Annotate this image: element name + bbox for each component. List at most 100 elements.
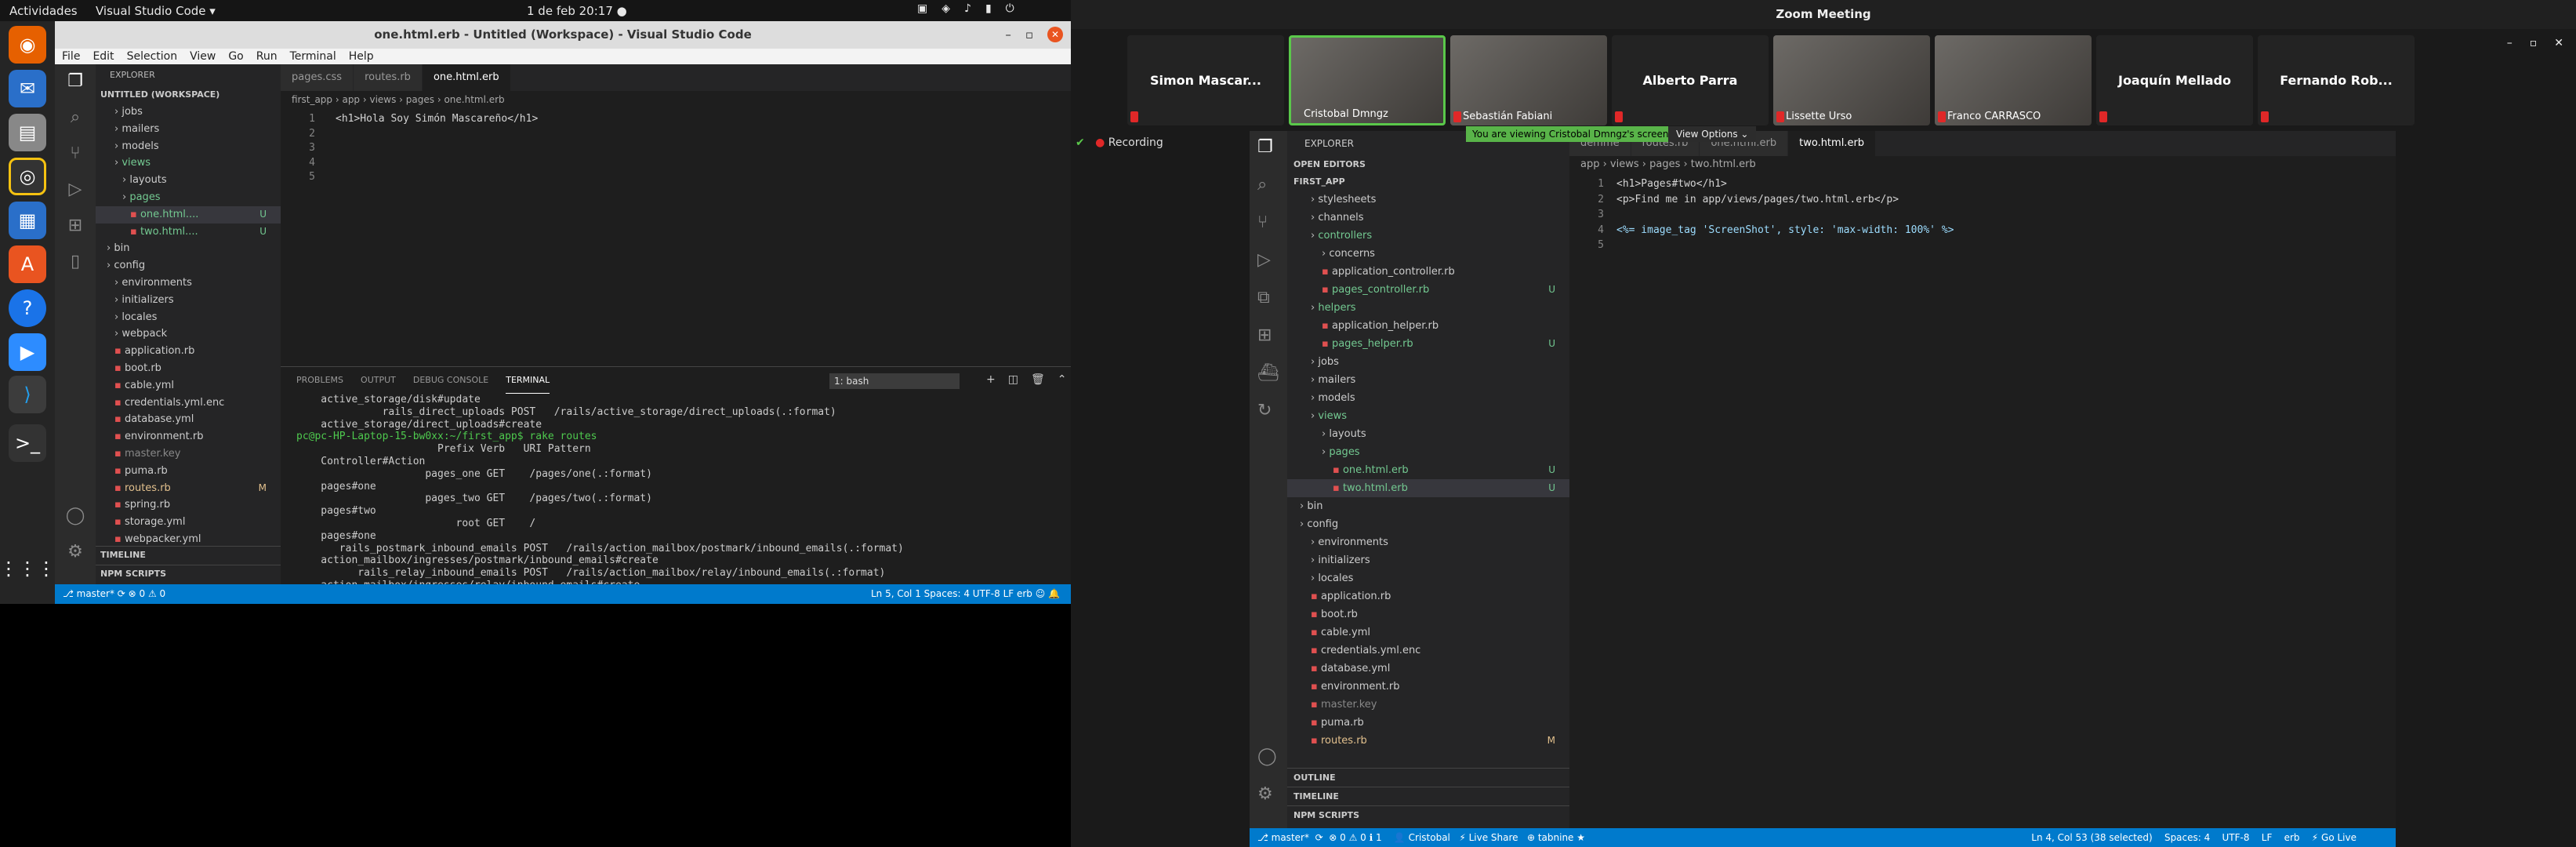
terminal-icon[interactable]: >_ xyxy=(9,424,46,462)
tree-item[interactable]: › concerns xyxy=(1287,245,1569,263)
participant-tile[interactable]: Lissette Urso xyxy=(1773,35,1930,125)
tree-item[interactable]: › views xyxy=(1287,407,1569,425)
terminal-output[interactable]: active_storage/disk#update rails_direct_… xyxy=(281,394,1071,592)
tree-item[interactable]: ▪ environment.rb xyxy=(1287,678,1569,696)
tree-item[interactable]: › initializers xyxy=(96,292,281,309)
tree-item[interactable]: ▪ two.html.erb U xyxy=(1287,479,1569,497)
tree-item[interactable]: ▪ puma.rb xyxy=(96,463,281,480)
zoom-icon[interactable]: ▶ xyxy=(9,333,46,371)
vscode-icon[interactable]: ⟩ xyxy=(9,376,46,413)
show-apps-icon[interactable]: ⋮⋮⋮ xyxy=(0,550,56,587)
menu-item-selection[interactable]: Selection xyxy=(127,49,178,64)
tree-item[interactable]: ▪ storage.yml xyxy=(96,514,281,531)
tree-item[interactable]: › initializers xyxy=(1287,551,1569,569)
tree-item[interactable]: › bin xyxy=(1287,497,1569,515)
breadcrumb[interactable]: first_app › app › views › pages › one.ht… xyxy=(281,91,1071,108)
tree-item[interactable]: › layouts xyxy=(96,172,281,189)
panel-tab[interactable]: DEBUG CONSOLE xyxy=(413,367,488,394)
firefox-icon[interactable]: ◉ xyxy=(9,26,46,64)
tree-item[interactable]: ▪ pages_helper.rb U xyxy=(1287,335,1569,353)
npm-scripts-section[interactable]: NPM SCRIPTS xyxy=(96,565,281,582)
tree-item[interactable]: ▪ application_helper.rb xyxy=(1287,317,1569,335)
tree-item[interactable]: ▪ credentials.yml.enc xyxy=(96,394,281,412)
maximize-icon[interactable]: ▫ xyxy=(2530,29,2538,58)
tree-item[interactable]: ▪ application.rb xyxy=(1287,587,1569,605)
maximize-panel-icon[interactable]: ⌃ xyxy=(1058,373,1067,386)
tree-item[interactable]: ▪ cable.yml xyxy=(96,377,281,394)
tree-item[interactable]: › locales xyxy=(1287,569,1569,587)
tree-item[interactable]: › controllers xyxy=(1287,227,1569,245)
tree-item[interactable]: ▪ one.html.erb U xyxy=(1287,461,1569,479)
code-editor[interactable]: 1 <h1>Hola Soy Simón Mascareño</h1> 2 3 4 5 xyxy=(281,108,1071,328)
run-debug-icon[interactable]: ▷ xyxy=(63,177,88,202)
menu-item-terminal[interactable]: Terminal xyxy=(290,49,336,64)
tree-item[interactable]: ▪ pages_controller.rb U xyxy=(1287,281,1569,299)
view-options-button[interactable]: View Options ⌄ xyxy=(1668,126,1757,142)
power-menu-icon[interactable]: ⏻ xyxy=(1006,2,1014,15)
tree-item[interactable]: ▪ routes.rb M xyxy=(1287,732,1569,750)
tree-item[interactable]: ▪ routes.rb M xyxy=(96,480,281,497)
tree-item[interactable]: › webpack xyxy=(96,325,281,343)
participant-tile[interactable]: Joaquín Mellado xyxy=(2096,35,2253,125)
explorer-icon[interactable]: ❐ xyxy=(63,69,88,94)
tree-item[interactable]: › locales xyxy=(96,309,281,326)
tree-item[interactable]: › mailers xyxy=(96,121,281,138)
terminal-select[interactable]: 1: bash xyxy=(829,373,960,389)
tree-item[interactable]: ▪ environment.rb xyxy=(96,428,281,445)
tree-item[interactable]: › pages xyxy=(1287,443,1569,461)
remote-icon[interactable]: ▯ xyxy=(63,249,88,274)
source-control-icon[interactable]: ⑂ xyxy=(63,141,88,166)
new-terminal-icon[interactable]: + xyxy=(986,373,996,386)
tree-item[interactable]: › layouts xyxy=(1287,425,1569,443)
tree-item[interactable]: › channels xyxy=(1287,209,1569,227)
menu-item-go[interactable]: Go xyxy=(228,49,243,64)
tree-item[interactable]: ▪ puma.rb xyxy=(1287,714,1569,732)
close-icon[interactable]: ✕ xyxy=(2554,29,2563,58)
status-left[interactable]: ⎇ master* ⟳ ⊗ 0 ⚠ 0 xyxy=(63,584,165,604)
tab-routes.rb[interactable]: routes.rb xyxy=(354,64,423,91)
tree-item[interactable]: › pages xyxy=(96,189,281,206)
activities-button[interactable]: Actividades xyxy=(9,4,78,18)
menu-item-help[interactable]: Help xyxy=(349,49,374,64)
participant-tile[interactable]: Sebastián Fabiani xyxy=(1450,35,1607,125)
tree-item[interactable]: › mailers xyxy=(1287,371,1569,389)
rhythmbox-icon[interactable]: ◎ xyxy=(9,158,46,195)
software-icon[interactable]: A xyxy=(9,245,46,283)
tree-item[interactable]: › helpers xyxy=(1287,299,1569,317)
minimize-icon[interactable]: – xyxy=(2507,29,2513,58)
close-icon[interactable]: ✕ xyxy=(1047,27,1063,42)
tree-item[interactable]: ▪ credentials.yml.enc xyxy=(1287,642,1569,660)
tree-item[interactable]: ▪ database.yml xyxy=(1287,660,1569,678)
menu-item-view[interactable]: View xyxy=(190,49,216,64)
panel-tab[interactable]: OUTPUT xyxy=(361,367,396,394)
tree-item[interactable]: ▪ spring.rb xyxy=(96,496,281,514)
minimize-icon[interactable]: – xyxy=(1005,21,1011,49)
participant-tile[interactable]: Fernando Rob... xyxy=(2258,35,2415,125)
tree-item[interactable]: ▪ application.rb xyxy=(96,343,281,360)
tree-item[interactable]: › config xyxy=(1287,515,1569,533)
tab-pages.css[interactable]: pages.css xyxy=(281,64,354,91)
help-icon[interactable]: ? xyxy=(9,289,46,327)
maximize-icon[interactable]: ▫ xyxy=(1025,21,1033,49)
tree-item[interactable]: ▪ boot.rb xyxy=(1287,605,1569,623)
tree-item[interactable]: › views xyxy=(96,154,281,172)
participant-tile[interactable]: Franco CARRASCO xyxy=(1935,35,2092,125)
panel-tab[interactable]: PROBLEMS xyxy=(296,367,343,394)
settings-gear-icon[interactable]: ⚙ xyxy=(63,540,88,565)
tree-item[interactable]: ▪ master.key xyxy=(96,445,281,463)
timeline-section[interactable]: TIMELINE xyxy=(96,546,281,563)
tree-item[interactable]: › models xyxy=(96,138,281,155)
zoom-tray-icon[interactable]: ▣ xyxy=(917,2,927,15)
tree-item[interactable]: › environments xyxy=(96,274,281,292)
system-tray[interactable]: ▣ ◈ ♪ ▮ ⏻ xyxy=(917,2,1014,15)
extensions-icon[interactable]: ⊞ xyxy=(63,213,88,238)
tree-item[interactable]: › bin xyxy=(96,240,281,257)
tree-item[interactable]: ▪ one.html.... U xyxy=(96,205,281,224)
tree-item[interactable]: ▪ boot.rb xyxy=(96,360,281,377)
account-icon[interactable]: ◯ xyxy=(63,503,88,529)
tree-item[interactable]: › config xyxy=(96,257,281,274)
tree-item[interactable]: ▪ cable.yml xyxy=(1287,623,1569,642)
tree-item[interactable]: › jobs xyxy=(96,104,281,121)
files-icon[interactable]: ▤ xyxy=(9,114,46,151)
writer-icon[interactable]: ▦ xyxy=(9,202,46,239)
